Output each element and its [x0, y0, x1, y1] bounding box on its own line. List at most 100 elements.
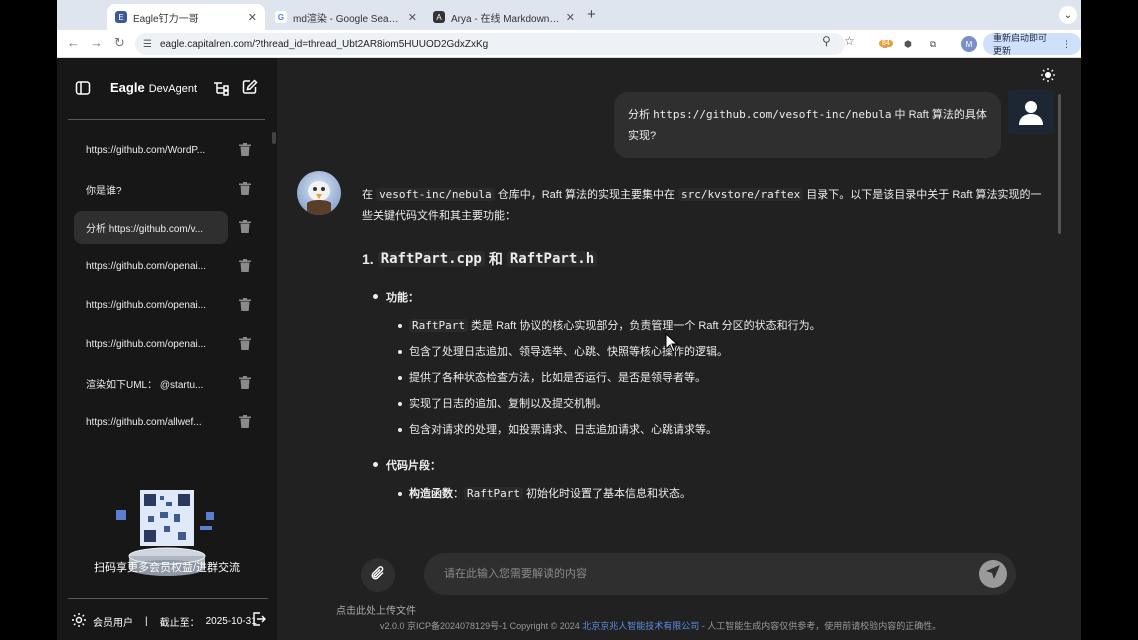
attach-file-button[interactable] — [361, 558, 395, 592]
list-item: 提供了各种状态检查方法，比如是否运行、是否是领导者等。 — [398, 365, 1042, 391]
message-input[interactable] — [444, 561, 964, 587]
history-item[interactable]: 你是谁? — [74, 173, 260, 206]
history-item[interactable]: 渲染如下UML： @startu... — [74, 367, 260, 400]
history-item-label: 分析 https://github.com/v... — [86, 224, 204, 235]
back-icon[interactable]: ← — [67, 35, 80, 50]
list-item: 包含了处理日志追加、领导选举、心跳、快照等核心操作的逻辑。 — [398, 339, 1042, 365]
bookmark-star-icon[interactable]: ☆ — [844, 34, 855, 48]
separator: | — [145, 616, 148, 627]
sub-list: RaftPart 类是 Raft 协议的核心实现部分，负责管理一个 Raft 分… — [362, 313, 1042, 443]
trash-icon[interactable] — [239, 182, 251, 200]
url-text: eagle.capitalren.com/?thread_id=thread_U… — [159, 38, 489, 50]
trash-icon[interactable] — [239, 337, 251, 355]
history-item[interactable]: https://github.com/openai... — [74, 250, 260, 283]
send-icon — [985, 564, 1001, 585]
history-item[interactable]: https://github.com/openai... — [74, 289, 260, 322]
close-icon[interactable]: ✕ — [566, 11, 575, 24]
promo-text: 扫码享更多会员权益/进群交流 — [93, 562, 241, 574]
answer-text: 在 — [362, 189, 377, 201]
footer-text-part: v2.0.0 京ICP备2024078129号-1 Copyright © 20… — [380, 621, 583, 631]
list-item-text: 类是 Raft 协议的核心实现部分，负责管理一个 Raft 分区的状态和行为。 — [467, 320, 821, 332]
gear-icon[interactable] — [71, 612, 87, 631]
history-item-label: https://github.com/openai... — [86, 300, 207, 311]
eagle-avatar — [297, 171, 341, 215]
footer-text-part: - 人工智能生成内容仅供参考，使用前请校验内容的正确性。 — [699, 621, 942, 631]
history-item[interactable]: https://github.com/allwef... — [74, 406, 260, 439]
brand-subtitle: DevAgent — [148, 83, 197, 95]
trash-icon[interactable] — [239, 220, 251, 238]
chat-scrollbar[interactable] — [1058, 94, 1061, 234]
upload-hint[interactable]: 点击此处上传文件 — [336, 602, 416, 617]
history-item-label: https://github.com/allwef... — [86, 417, 202, 428]
history-item[interactable]: https://github.com/openai... — [74, 328, 260, 361]
trash-icon[interactable] — [239, 259, 251, 277]
answer-text: 仓库中，Raft 算法的实现主要集中在 — [494, 189, 678, 201]
trash-icon[interactable] — [239, 143, 251, 161]
logout-icon[interactable] — [252, 612, 266, 631]
history-item-label: https://github.com/openai... — [86, 261, 207, 272]
inline-code: src/kvstore/raftex — [678, 188, 804, 201]
sidebar: Eagle DevAgent https://github.com/WordP..… — [57, 58, 277, 640]
user-message-text: 分析 — [628, 109, 654, 121]
reload-icon[interactable]: ↻ — [114, 35, 125, 51]
inline-code: RaftPart.cpp — [377, 251, 485, 267]
chat-area: 分析 https://github.com/vesoft-inc/nebula … — [277, 58, 1081, 640]
sidebar-scrollbar[interactable] — [272, 132, 276, 144]
list-item-text: 初始化时设置了基本信息和状态。 — [522, 488, 692, 500]
divider — [68, 598, 268, 599]
new-tab-button[interactable]: + — [587, 6, 596, 23]
mouse-cursor-icon — [665, 332, 679, 358]
forward-icon[interactable]: → — [90, 35, 103, 50]
update-button[interactable]: 重新启动即可更新 ⋮ — [983, 33, 1081, 56]
colon: ： — [453, 488, 464, 500]
user-avatar — [1008, 90, 1054, 134]
colon: ： — [408, 292, 419, 304]
inline-code: RaftPart — [464, 487, 523, 500]
trash-icon[interactable] — [239, 298, 251, 316]
paperclip-icon — [370, 565, 386, 586]
tab-arya[interactable]: A Arya - 在线 Markdown 编辑器 ✕ — [425, 4, 583, 30]
section-and: 和 — [488, 251, 503, 267]
tab-search-button[interactable]: ⌄ — [1059, 6, 1077, 24]
trash-icon[interactable] — [239, 376, 251, 394]
footer-text: v2.0.0 京ICP备2024078129号-1 Copyright © 20… — [380, 619, 941, 632]
company-link[interactable]: 北京京兆人智能技术有限公司 — [582, 621, 699, 631]
list-item: 构造函数： RaftPart 初始化时设置了基本信息和状态。 — [398, 481, 1042, 507]
send-button[interactable] — [979, 560, 1007, 588]
trash-icon[interactable] — [239, 415, 251, 433]
list-label: 构造函数 — [409, 488, 453, 500]
history-item-label: 渲染如下UML： @startu... — [86, 380, 204, 391]
site-info-icon[interactable]: ☰ — [143, 39, 152, 50]
inline-code: RaftPart.h — [506, 251, 598, 267]
answer-intro: 在 vesoft-inc/nebula 仓库中，Raft 算法的实现主要集中在 … — [362, 184, 1042, 227]
close-icon[interactable]: ✕ — [248, 11, 257, 24]
history-item[interactable]: https://github.com/WordP... — [74, 134, 260, 167]
google-icon: G — [275, 11, 287, 23]
puzzle-icon[interactable]: ⧉ — [925, 36, 941, 52]
close-icon[interactable]: ✕ — [408, 11, 417, 24]
new-chat-icon[interactable] — [242, 79, 258, 100]
tree-structure-icon[interactable] — [213, 80, 229, 101]
divider — [68, 119, 265, 120]
eagle-icon: E — [115, 11, 127, 23]
inline-code: vesoft-inc/nebula — [376, 188, 495, 201]
tab-title: Eagle钉力一哥 — [133, 13, 199, 25]
list-label: 代码片段 — [386, 460, 430, 472]
history-item-active[interactable]: 分析 https://github.com/v... — [74, 211, 228, 244]
brand-title: Eagle DevAgent — [110, 80, 197, 95]
address-bar[interactable]: ☰ eagle.capitalren.com/?thread_id=thread… — [135, 33, 845, 55]
membership-status: 会员用户 | 截止至： 2025-10-31 — [71, 612, 257, 631]
tab-eagle[interactable]: E Eagle钉力一哥 ✕ — [107, 4, 265, 30]
tab-google[interactable]: G md渲染 - Google Search ✕ — [267, 4, 425, 30]
profile-avatar[interactable]: M — [961, 36, 977, 52]
update-label: 重新启动即可更新 — [993, 33, 1048, 56]
expiry-date: 2025-10-31 — [205, 616, 257, 627]
zoom-icon[interactable]: ⚲ — [822, 34, 831, 48]
sub-list: 构造函数： RaftPart 初始化时设置了基本信息和状态。 — [362, 481, 1042, 507]
sidebar-header: Eagle DevAgent — [57, 58, 277, 118]
sidebar-toggle-icon[interactable] — [75, 80, 91, 101]
extension-icon[interactable]: ⬢ — [900, 36, 916, 52]
composer — [424, 553, 1016, 595]
theme-toggle-icon[interactable] — [1041, 68, 1055, 87]
list-item: 代码片段： — [373, 457, 1042, 473]
